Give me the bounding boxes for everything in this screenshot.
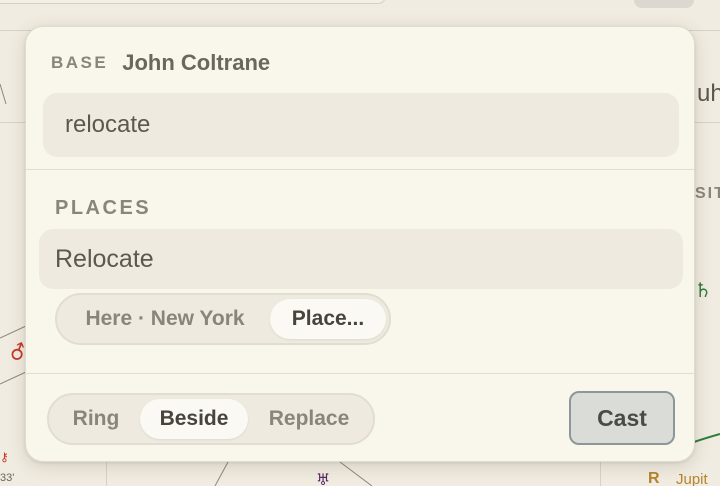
neptune-glyph-icon: ♄ <box>694 278 712 302</box>
places-section-label: PLACES <box>55 197 152 219</box>
uranus-glyph-icon: ♅ <box>316 470 331 486</box>
divider <box>26 373 694 374</box>
mode-option-beside[interactable]: Beside <box>140 399 248 439</box>
base-person-name[interactable]: John Coltrane <box>122 50 270 76</box>
mode-option-replace[interactable]: Replace <box>248 399 370 439</box>
result-item-relocate[interactable]: Relocate <box>39 229 683 289</box>
place-option-place[interactable]: Place... <box>270 299 386 339</box>
search-input[interactable]: relocate <box>43 93 679 157</box>
place-option-here[interactable]: Here · New York <box>60 299 270 339</box>
base-row: BASE John Coltrane <box>51 49 270 77</box>
cast-popover: BASE John Coltrane relocate PLACES Reloc… <box>25 26 695 462</box>
base-label: BASE <box>51 53 109 72</box>
mode-selector: Ring Beside Replace <box>47 393 375 445</box>
place-selector: Here · New York Place... <box>55 293 391 345</box>
cast-button[interactable]: Cast <box>569 391 675 445</box>
divider <box>26 169 694 170</box>
mode-option-ring[interactable]: Ring <box>52 399 140 439</box>
chiron-glyph-icon: ⚷ <box>0 450 9 464</box>
